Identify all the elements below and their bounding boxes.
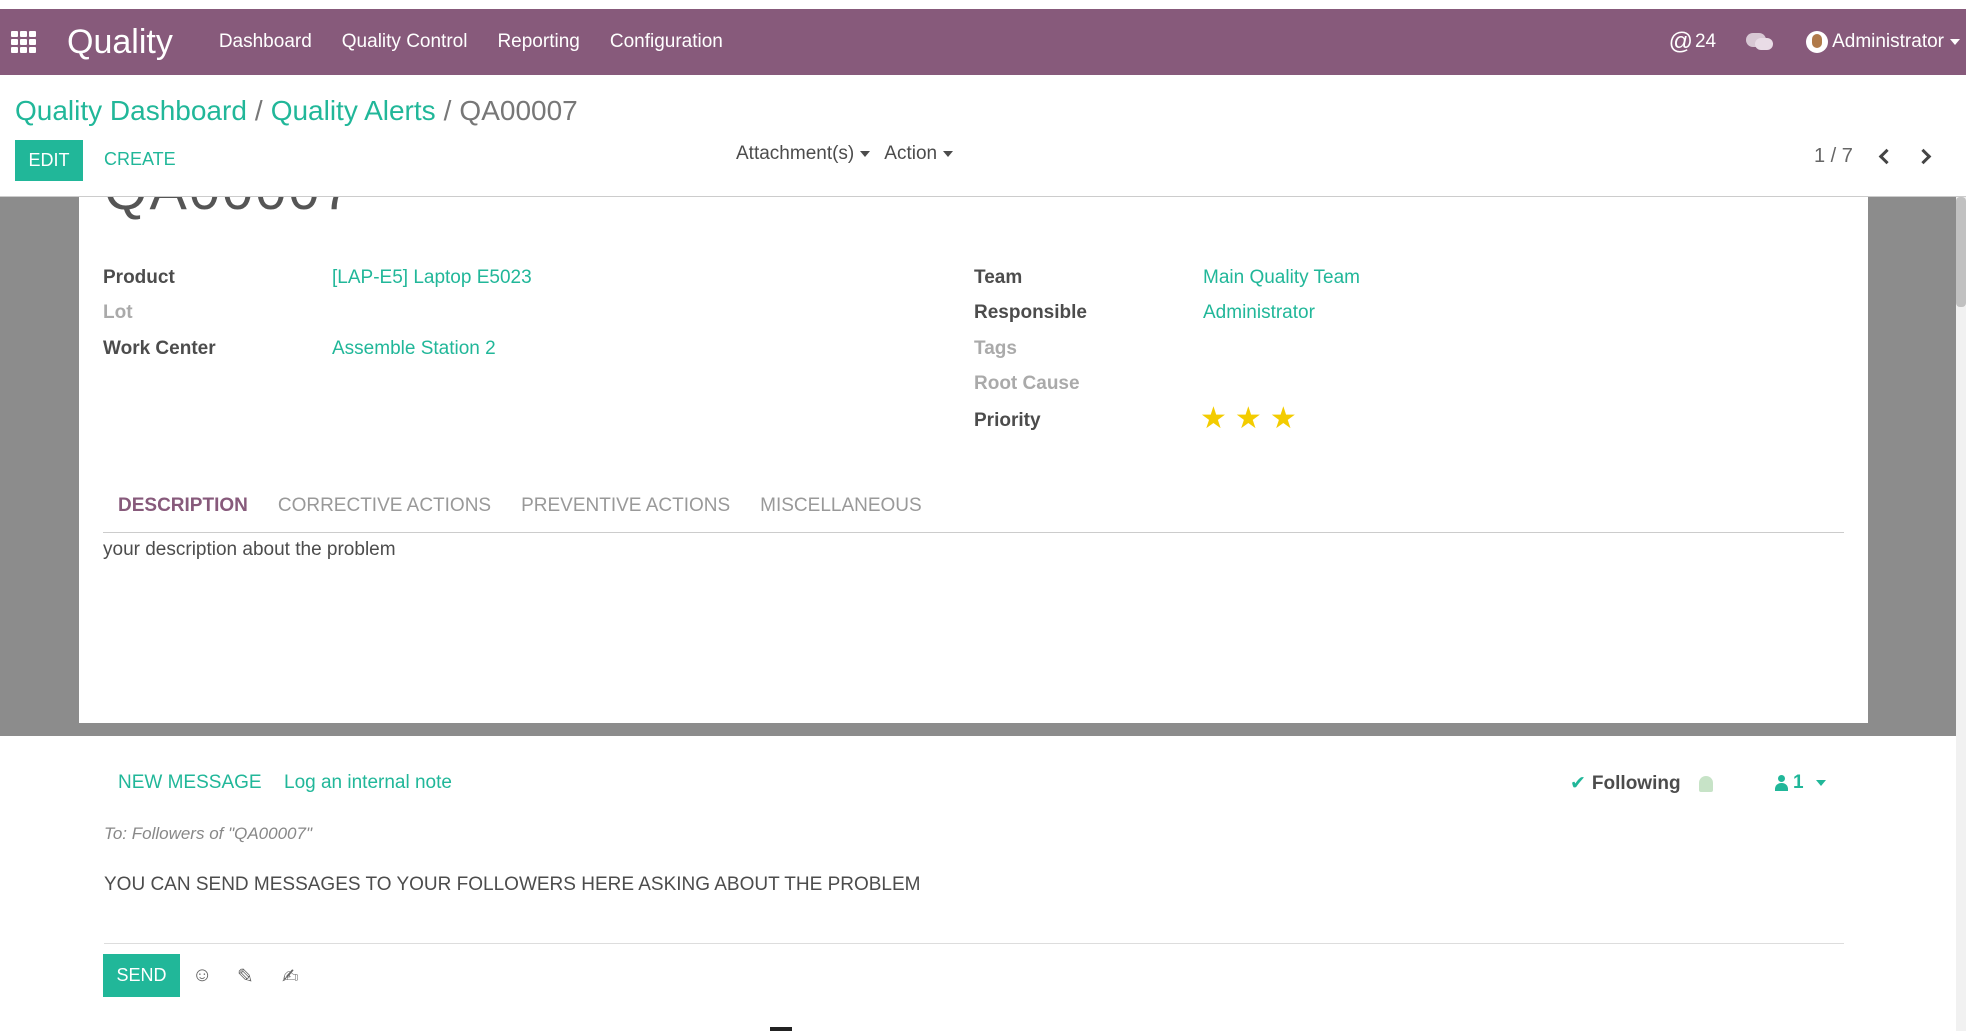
scrollbar-thumb[interactable] [1956,197,1966,307]
menu-reporting[interactable]: Reporting [497,31,579,53]
priority-stars: ★ ★ ★ [1200,404,1297,434]
new-message-button[interactable]: NEW MESSAGE [118,772,262,794]
breadcrumb-separator: / [443,95,452,126]
paperclip-icon[interactable]: ✎ [237,964,254,989]
pager-value[interactable]: 1 / 7 [1814,145,1853,168]
chevron-right-icon[interactable] [1915,148,1932,165]
value-team[interactable]: Main Quality Team [1203,267,1360,289]
caret-down-icon [860,150,871,157]
record-title: QA00007 [104,197,355,222]
breadcrumb-quality-alerts[interactable]: Quality Alerts [271,95,436,127]
attachments-label: Attachment(s) [736,143,855,164]
label-root-cause: Root Cause [974,373,1080,394]
send-button[interactable]: SEND [103,954,180,997]
form-tabs: DESCRIPTION CORRECTIVE ACTIONS PREVENTIV… [103,495,1844,533]
following-label: Following [1591,772,1681,794]
tab-description[interactable]: DESCRIPTION [103,495,263,532]
bell-icon[interactable] [1698,775,1713,792]
app-brand[interactable]: Quality [67,23,173,62]
chevron-left-icon[interactable] [1878,148,1895,165]
mention-count: 24 [1694,31,1717,52]
star-icon[interactable]: ★ [1235,404,1262,434]
description-text[interactable]: your description about the problem [103,539,396,561]
edit-button[interactable]: EDIT [15,140,83,181]
attachments-dropdown[interactable]: Attachment(s) [736,143,871,165]
breadcrumb-quality-dashboard[interactable]: Quality Dashboard [15,95,247,127]
smiley-icon[interactable]: ☺ [192,964,212,987]
control-panel: Quality Dashboard / Quality Alerts / QA0… [0,75,1966,197]
label-priority: Priority [974,410,1041,431]
label-responsible: Responsible [974,302,1087,323]
following-button[interactable]: ✔ Following [1570,772,1713,795]
pager: 1 / 7 [1814,145,1932,168]
value-responsible[interactable]: Administrator [1203,302,1315,324]
label-team: Team [974,267,1023,288]
person-icon [1774,775,1788,791]
tab-miscellaneous[interactable]: MISCELLANEOUS [745,495,937,532]
value-work-center[interactable]: Assemble Station 2 [332,338,496,360]
label-lot: Lot [103,302,133,323]
breadcrumb: Quality Dashboard / Quality Alerts / QA0… [15,95,578,127]
star-icon[interactable]: ★ [1200,404,1227,434]
nav-right: @ 24 Administrator [1669,28,1966,56]
action-dropdown[interactable]: Action [884,143,954,165]
user-menu[interactable]: Administrator [1806,31,1960,53]
caret-down-icon [1815,780,1826,786]
text-cursor [770,1027,792,1031]
value-product[interactable]: [LAP-E5] Laptop E5023 [332,267,532,289]
breadcrumb-separator: / [254,95,263,126]
followers-count: 1 [1793,772,1804,793]
apps-grid-icon[interactable] [11,30,41,54]
menu-quality-control[interactable]: Quality Control [342,31,468,53]
menu-configuration[interactable]: Configuration [610,31,723,53]
breadcrumb-current: QA00007 [459,95,578,126]
composer-divider [104,943,1844,944]
followers-button[interactable]: 1 [1774,772,1826,794]
edit-icon[interactable]: ✍ [282,964,299,989]
caret-down-icon [1950,39,1960,45]
label-work-center: Work Center [103,338,216,359]
action-label: Action [884,143,938,164]
scrollbar-track[interactable] [1956,197,1966,1031]
at-icon: @ [1668,28,1693,55]
avatar-icon [1806,31,1829,53]
label-product: Product [103,267,175,288]
chatter: NEW MESSAGE Log an internal note ✔ Follo… [0,736,1956,1031]
chat-icon[interactable] [1746,31,1776,53]
check-icon: ✔ [1570,773,1586,794]
mentions-button[interactable]: @ 24 [1669,28,1717,56]
message-input[interactable]: YOU CAN SEND MESSAGES TO YOUR FOLLOWERS … [104,874,921,896]
user-name: Administrator [1832,31,1944,52]
sidebar-dropdowns: Attachment(s) Action [736,143,954,165]
menu-dashboard[interactable]: Dashboard [219,31,312,53]
label-tags: Tags [974,338,1017,359]
top-navbar: Quality Dashboard Quality Control Report… [0,9,1966,75]
tab-preventive-actions[interactable]: PREVENTIVE ACTIONS [506,495,745,532]
recipients-line: To: Followers of "QA00007" [104,824,312,843]
create-button[interactable]: CREATE [104,149,176,170]
form-sheet: QA00007 Product [LAP-E5] Laptop E5023 Lo… [79,197,1868,723]
app-root: Quality Dashboard Quality Control Report… [0,0,1966,1031]
star-icon[interactable]: ★ [1270,404,1297,434]
tab-corrective-actions[interactable]: CORRECTIVE ACTIONS [263,495,506,532]
log-note-button[interactable]: Log an internal note [284,772,452,794]
caret-down-icon [943,150,954,157]
